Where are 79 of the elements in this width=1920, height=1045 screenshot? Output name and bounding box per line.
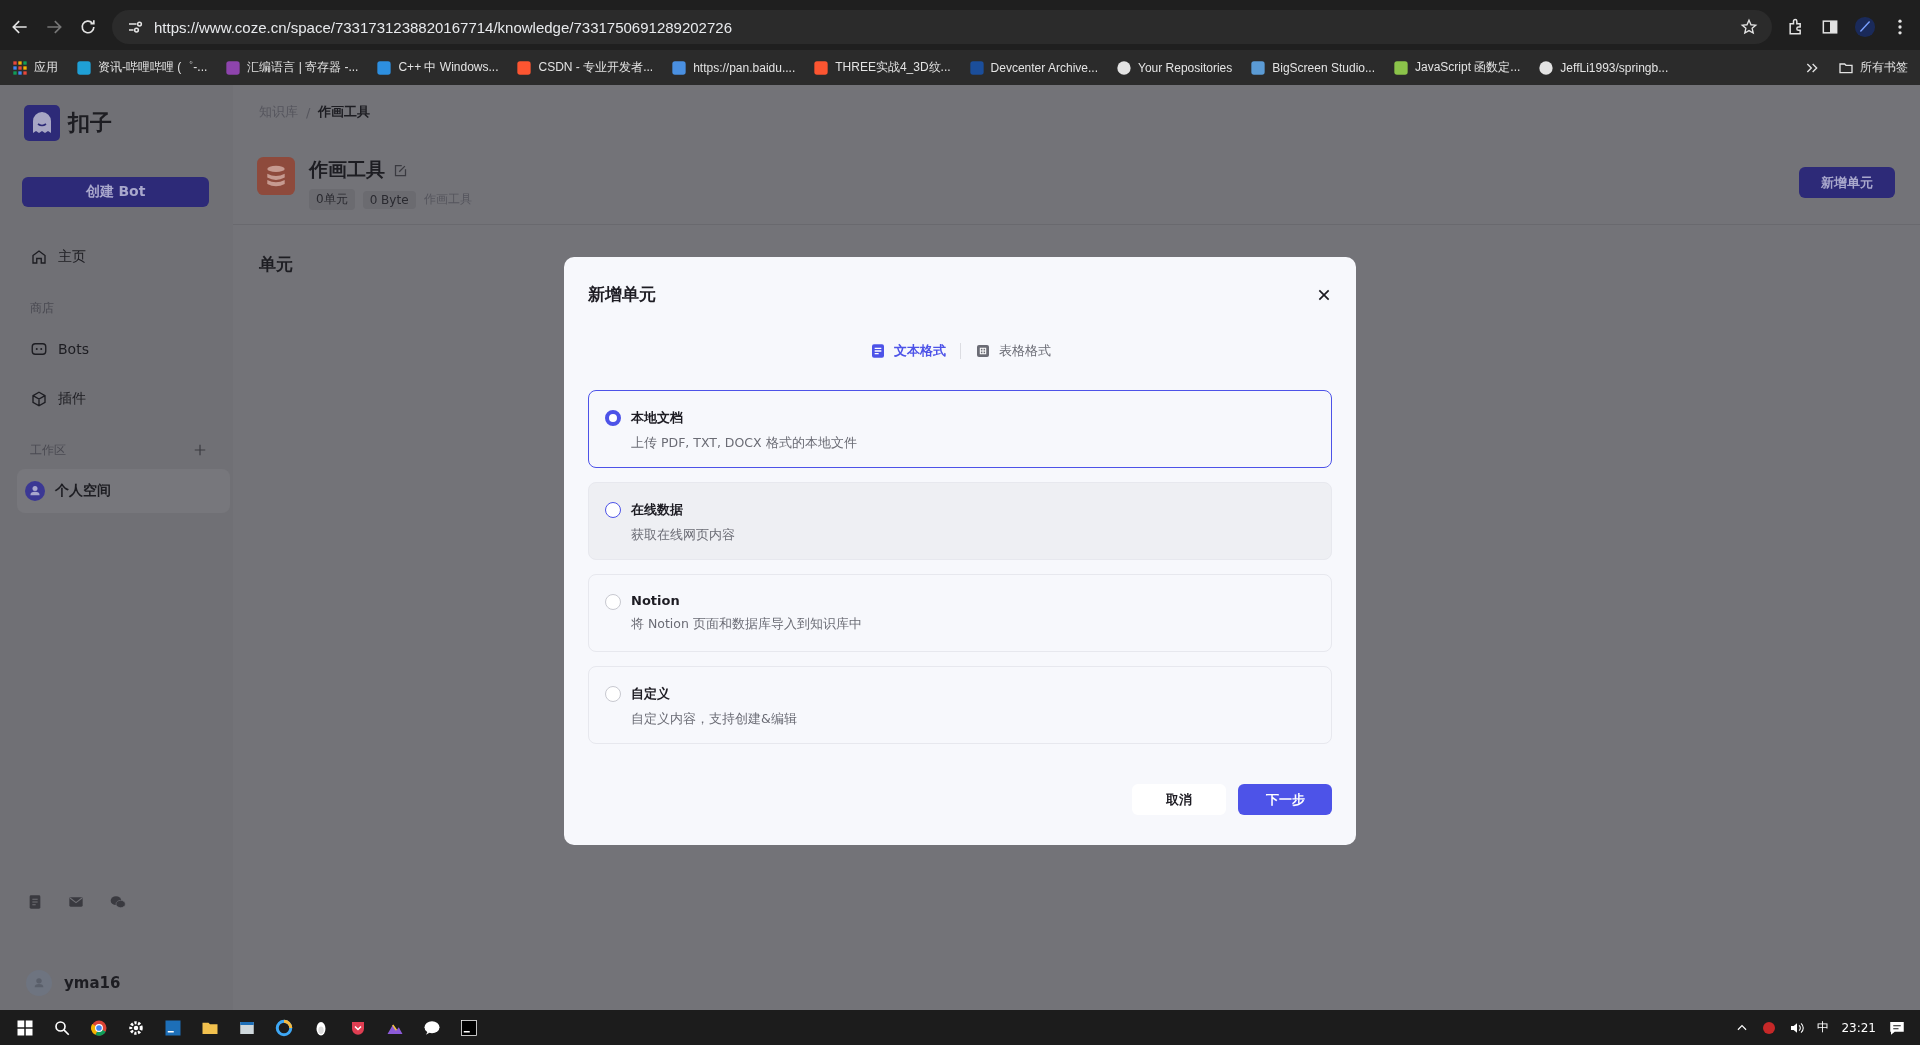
bookmark-link[interactable]: JavaScript 函数定... [1393,59,1521,76]
input-method-indicator[interactable]: 中 [1817,1019,1830,1036]
bookmark-link[interactable]: 应用 [12,59,58,76]
site-icon [225,59,242,76]
bookmark-link[interactable]: C++ 中 Windows... [376,59,499,76]
start-icon[interactable] [15,1018,34,1037]
option-description: 将 Notion 页面和数据库导入到知识库中 [631,616,862,633]
breadcrumb-separator: / [306,104,311,120]
all-bookmarks-link[interactable]: 所有书签 [1838,59,1908,76]
add-unit-button[interactable]: 新增单元 [1799,167,1895,198]
chat-app-icon[interactable] [422,1018,441,1037]
site-icon [1250,59,1267,76]
bookmark-link[interactable]: JeffLi1993/springb... [1538,59,1669,76]
ghost-logo [24,105,60,141]
search-icon[interactable] [52,1018,71,1037]
option-title: 本地文档 [631,409,684,427]
option-description: 获取在线网页内容 [631,527,735,544]
create-bot-button[interactable]: 创建 Bot [22,177,209,207]
home-icon [30,248,48,266]
profile-avatar[interactable] [1854,16,1876,38]
radio-button[interactable] [605,410,621,426]
info-tag: 0 Byte [362,190,416,209]
side-panel-icon[interactable] [1820,17,1840,37]
site-info-icon[interactable] [126,18,144,36]
edit-icon[interactable] [393,162,408,178]
site-icon [1116,59,1132,76]
format-tab[interactable]: 文本格式 [869,338,946,364]
bookmark-link[interactable]: 汇编语言 | 寄存器 -... [225,59,359,76]
bookmark-link[interactable]: THREE实战4_3D纹... [813,59,951,76]
apps-grid-icon [12,59,28,76]
site-icon [76,59,92,76]
cube-icon [30,390,48,408]
site-icon [516,59,533,76]
format-tab[interactable]: 表格格式 [974,338,1051,364]
site-icon [376,59,393,76]
bookmark-link[interactable]: 资讯-哔哩哔哩 (゜-... [76,59,208,76]
option-title: Notion [631,593,681,608]
database-icon [257,157,295,195]
address-bar[interactable]: https://www.coze.cn/space/7331731238820167714/knowledge/7331750691289202726 [112,10,1772,44]
app-tray-icon[interactable] [1761,1019,1778,1036]
option-card[interactable]: 在线数据 获取在线网页内容 [588,482,1332,560]
option-card[interactable]: 本地文档 上传 PDF, TXT, DOCX 格式的本地文件 [588,390,1332,468]
cancel-button[interactable]: 取消 [1132,784,1226,815]
person-avatar-icon [25,481,45,501]
bookmark-link[interactable]: BigScreen Studio... [1250,59,1375,76]
user-name: yma16 [64,974,121,992]
option-title: 在线数据 [631,501,684,519]
reload-icon[interactable] [78,17,98,37]
star-icon[interactable] [1740,18,1758,36]
site-icon [813,59,830,76]
robot-face-icon [30,340,48,358]
radio-button[interactable] [605,502,621,518]
bookmark-link[interactable]: https://pan.baidu.... [671,59,796,76]
sidebar-item[interactable]: 个人空间 [17,469,230,513]
site-icon [968,59,985,76]
section-title: 单元 [258,253,294,276]
option-description: 上传 PDF, TXT, DOCX 格式的本地文件 [631,435,857,452]
info-tag: 0单元 [309,189,355,210]
table-icon [974,343,991,359]
gear-icon[interactable] [126,1018,145,1037]
clock[interactable]: 23:21 [1841,1020,1876,1035]
bookmark-link[interactable]: Your Repositories [1116,59,1233,76]
site-icon [671,59,688,76]
dialog-title: 新增单元 [588,283,656,306]
browser-app-icon[interactable] [89,1018,108,1037]
next-step-button[interactable]: 下一步 [1238,784,1332,815]
brand-name: 扣子 [68,109,112,137]
bookmark-link[interactable]: CSDN - 专业开发者... [516,59,654,76]
knowledge-title: 作画工具 [309,157,385,182]
terminal-app-icon[interactable] [459,1018,478,1037]
circle-app-icon[interactable] [274,1018,293,1037]
bookmark-link[interactable]: Devcenter Archive... [968,59,1098,76]
option-title: 自定义 [631,685,671,703]
document-icon [869,343,886,359]
option-card[interactable]: Notion 将 Notion 页面和数据库导入到知识库中 [588,574,1332,652]
site-icon [1393,59,1409,76]
site-icon [1538,59,1555,76]
option-description: 自定义内容，支持创建&编辑 [631,711,797,728]
option-card[interactable]: 自定义 自定义内容，支持创建&编辑 [588,666,1332,744]
